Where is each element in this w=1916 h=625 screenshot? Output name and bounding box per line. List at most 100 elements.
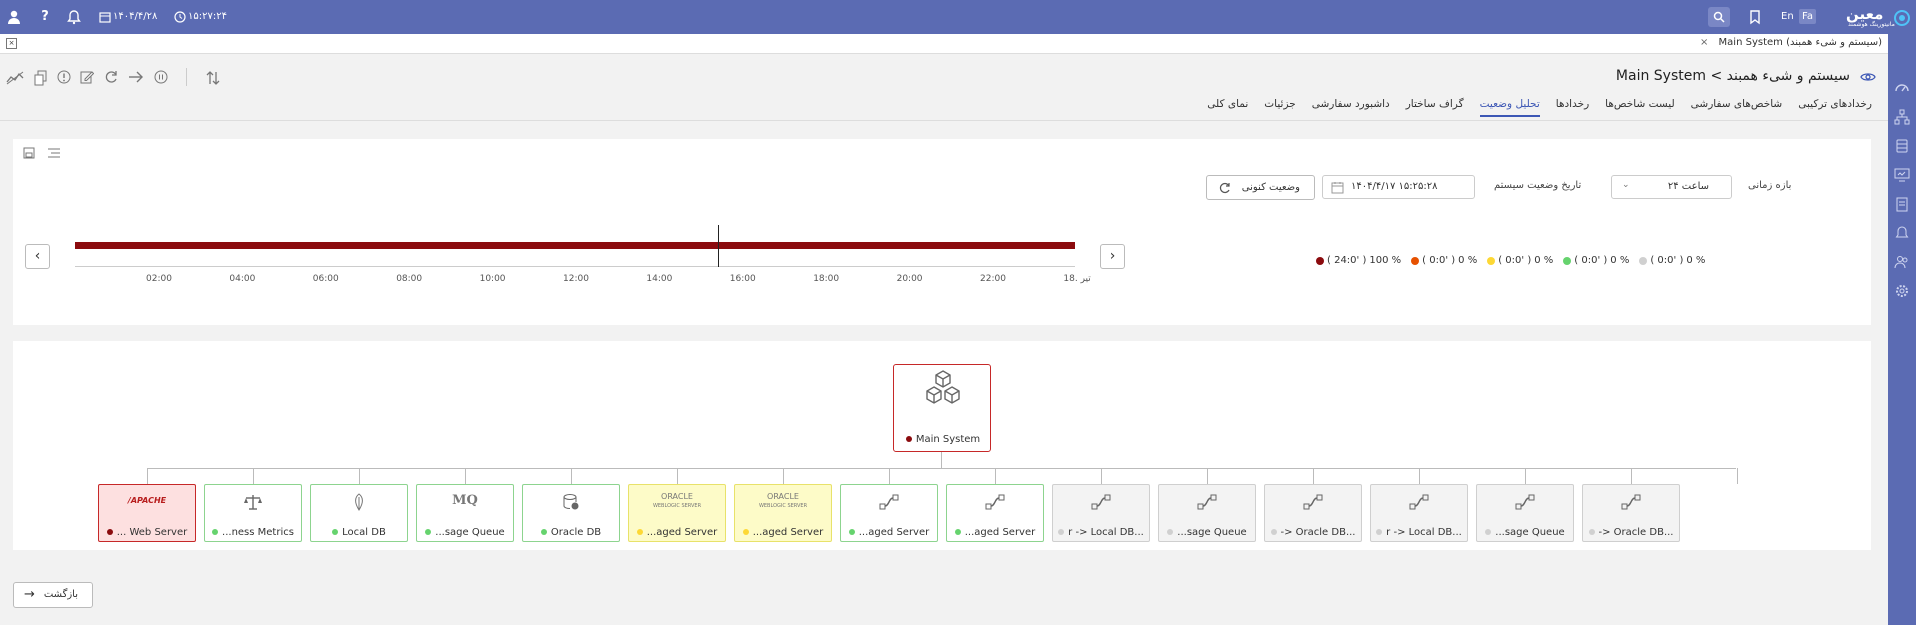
child-node[interactable]: ...aged Server bbox=[840, 484, 938, 542]
system-date-input[interactable]: ۱۴۰۴/۴/۱۷ ۱۵:۲۵:۲۸ bbox=[1322, 175, 1475, 199]
back-button-label: بازگشت bbox=[43, 589, 78, 600]
alarm-bell-icon[interactable] bbox=[1894, 225, 1910, 241]
link-icon bbox=[1265, 493, 1361, 514]
tab-indicator-list[interactable]: لیست شاخص‌ها bbox=[1605, 98, 1674, 117]
help-icon[interactable]: ? bbox=[37, 9, 53, 25]
hierarchy-icon[interactable] bbox=[1894, 109, 1910, 125]
db-icon bbox=[523, 493, 619, 514]
status-dot bbox=[1167, 529, 1174, 535]
range-select[interactable]: ⌄ ۲۴ ساعت bbox=[1611, 175, 1732, 199]
tab-overview[interactable]: نمای کلی bbox=[1207, 98, 1248, 117]
link-icon bbox=[947, 493, 1043, 514]
clock-icon bbox=[174, 11, 186, 23]
tab-structure-graph[interactable]: گراف ساختار bbox=[1406, 98, 1464, 117]
save-icon[interactable] bbox=[23, 147, 35, 159]
legend-item: ( 0:0' ) 0 % bbox=[1639, 255, 1705, 266]
list-settings-icon[interactable] bbox=[47, 147, 61, 159]
system-date-label: تاریخ وضعیت سیستم bbox=[1494, 180, 1582, 191]
child-node[interactable]: Local DB bbox=[310, 484, 408, 542]
chart-off-icon[interactable] bbox=[6, 70, 24, 86]
sort-icon[interactable] bbox=[206, 70, 220, 86]
close-tab-icon[interactable]: × bbox=[1700, 37, 1708, 48]
tab-details[interactable]: جزئیات bbox=[1264, 98, 1295, 117]
user-icon[interactable] bbox=[6, 9, 22, 25]
child-node[interactable]: ...sage Queue bbox=[1158, 484, 1256, 542]
status-dot bbox=[106, 529, 113, 535]
monitor-icon[interactable] bbox=[1894, 167, 1910, 183]
child-node[interactable]: ...aged Server bbox=[946, 484, 1044, 542]
child-node[interactable]: ORACLE WEBLOGIC SERVER ...aged Server bbox=[628, 484, 726, 542]
back-button[interactable]: → بازگشت bbox=[13, 582, 93, 608]
child-node[interactable]: r -> Local DB... bbox=[1370, 484, 1468, 542]
tree-connector bbox=[1207, 468, 1208, 484]
status-dot bbox=[1058, 529, 1065, 535]
legend-item: ( 0:0' ) 0 % bbox=[1563, 255, 1629, 266]
child-node[interactable]: ...sage Queue bbox=[1476, 484, 1574, 542]
oracle-weblogic-icon: ORACLE WEBLOGIC SERVER bbox=[652, 492, 702, 510]
tree-connector bbox=[889, 468, 890, 484]
tree-connector bbox=[147, 468, 1736, 469]
topbar-date: ۱۴۰۴/۴/۲۸ bbox=[113, 11, 158, 22]
legend-duration: ( 0:0' ) bbox=[1498, 255, 1532, 266]
tab-events[interactable]: رخدادها bbox=[1556, 98, 1589, 117]
child-node[interactable]: ORACLE WEBLOGIC SERVER ...aged Server bbox=[734, 484, 832, 542]
database-icon[interactable] bbox=[1894, 138, 1910, 154]
document-tab-main-system[interactable]: Main System (سیستم و شیء همبند) bbox=[1713, 34, 1888, 54]
bell-icon[interactable] bbox=[66, 9, 82, 25]
child-node[interactable]: -> Oracle DB... bbox=[1264, 484, 1362, 542]
status-legend: ( 24:0' ) 100 %( 0:0' ) 0 %( 0:0' ) 0 %( 0:… bbox=[1316, 255, 1705, 266]
child-node[interactable]: Oracle DB bbox=[522, 484, 620, 542]
child-node[interactable]: MQ ...sage Queue bbox=[416, 484, 514, 542]
current-status-button[interactable]: وضعیت کنونی bbox=[1206, 175, 1315, 200]
tree-connector bbox=[359, 468, 360, 484]
tab-custom-indicators[interactable]: شاخص‌های سفارشی bbox=[1691, 98, 1783, 117]
scale-icon bbox=[205, 493, 301, 514]
speedometer-icon[interactable] bbox=[1894, 80, 1910, 96]
tab-composite-events[interactable]: رخدادهای ترکیبی bbox=[1798, 98, 1872, 117]
pause-icon[interactable] bbox=[154, 70, 168, 84]
copy-icon[interactable] bbox=[34, 70, 48, 86]
info-alert-icon[interactable] bbox=[57, 70, 71, 84]
child-node-label: -> Oracle DB... bbox=[1598, 527, 1674, 538]
lang-en[interactable]: En bbox=[1778, 9, 1797, 24]
status-dot bbox=[1270, 529, 1277, 535]
root-node-main-system[interactable]: Main System bbox=[893, 364, 991, 452]
bookmark-icon[interactable] bbox=[1747, 9, 1763, 25]
tree-connector bbox=[677, 468, 678, 484]
refresh-icon[interactable] bbox=[104, 70, 118, 84]
tree-connector bbox=[783, 468, 784, 484]
timeline-tick-label: 20:00 bbox=[896, 274, 923, 284]
timeline-tick-label: 10:00 bbox=[479, 274, 506, 284]
timeline-next-button[interactable]: › bbox=[1100, 244, 1125, 269]
arrow-right-icon[interactable] bbox=[128, 70, 144, 84]
toolbar-divider bbox=[186, 68, 187, 86]
child-node-label: ...ness Metrics bbox=[222, 527, 294, 538]
clipboard-icon[interactable] bbox=[1894, 196, 1910, 212]
child-node[interactable]: r -> Local DB... bbox=[1052, 484, 1150, 542]
calendar-icon[interactable] bbox=[1331, 181, 1344, 194]
edit-icon[interactable] bbox=[80, 70, 94, 84]
close-all-tabs-icon[interactable]: × bbox=[6, 38, 17, 49]
child-node[interactable]: ...ness Metrics bbox=[204, 484, 302, 542]
legend-percent: 0 % bbox=[1610, 255, 1630, 266]
child-node-label: ...sage Queue bbox=[1177, 527, 1247, 538]
child-node[interactable]: /APACHE ... Web Server bbox=[98, 484, 196, 542]
link-icon bbox=[1053, 493, 1149, 514]
tree-connector bbox=[465, 468, 466, 484]
timeline-tick-label: 12:00 bbox=[563, 274, 589, 284]
tab-status-analysis[interactable]: تحلیل وضعیت bbox=[1479, 98, 1540, 117]
settings-gear-icon[interactable] bbox=[1894, 283, 1910, 299]
child-node[interactable]: -> Oracle DB... bbox=[1582, 484, 1680, 542]
search-button[interactable] bbox=[1708, 7, 1730, 27]
timeline-tick-label: 14:00 bbox=[646, 274, 673, 284]
lang-fa[interactable]: Fa bbox=[1799, 9, 1816, 24]
child-node-label: ...sage Queue bbox=[1495, 527, 1565, 538]
eye-icon[interactable] bbox=[1860, 71, 1876, 83]
status-dot bbox=[332, 529, 339, 535]
status-timeline-bar bbox=[75, 242, 1075, 249]
users-icon[interactable] bbox=[1894, 254, 1910, 270]
tab-custom-dashboard[interactable]: داشبورد سفارشی bbox=[1312, 98, 1390, 117]
current-status-label: وضعیت کنونی bbox=[1241, 182, 1300, 193]
timeline-marker[interactable] bbox=[718, 225, 719, 267]
timeline-prev-button[interactable]: ‹ bbox=[25, 244, 50, 269]
